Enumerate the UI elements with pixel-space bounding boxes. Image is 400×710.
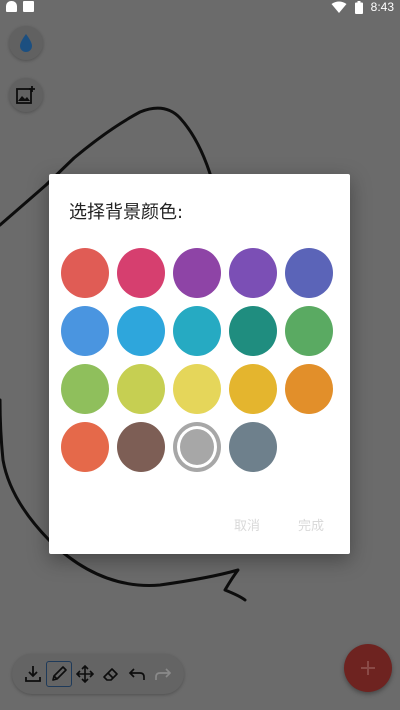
color-swatch[interactable] <box>61 364 109 414</box>
color-swatch[interactable] <box>117 248 165 298</box>
add-image-icon <box>16 86 35 104</box>
color-swatch[interactable] <box>285 248 333 298</box>
color-swatch[interactable] <box>117 306 165 356</box>
color-swatch[interactable] <box>229 364 277 414</box>
color-swatch[interactable] <box>285 364 333 414</box>
redo-icon <box>155 668 172 680</box>
color-swatch[interactable] <box>229 422 277 472</box>
redo-button[interactable] <box>150 661 176 687</box>
color-swatch[interactable] <box>117 422 165 472</box>
add-image-button[interactable] <box>9 78 43 112</box>
move-icon <box>76 665 94 683</box>
add-fab-button[interactable] <box>344 644 392 692</box>
pencil-icon <box>52 666 67 681</box>
color-swatch[interactable] <box>173 306 221 356</box>
undo-button[interactable] <box>124 661 150 687</box>
color-swatch[interactable] <box>229 306 277 356</box>
ink-color-button[interactable] <box>9 26 43 60</box>
plus-icon <box>361 661 375 675</box>
pencil-tool-button[interactable] <box>46 661 72 687</box>
dialog-title: 选择背景颜色: <box>69 202 184 223</box>
color-swatch[interactable] <box>61 422 109 472</box>
drawing-toolbar <box>12 654 184 694</box>
color-swatch[interactable] <box>229 248 277 298</box>
save-button[interactable] <box>20 661 46 687</box>
color-swatch[interactable] <box>173 248 221 298</box>
color-swatch[interactable] <box>117 364 165 414</box>
color-swatch[interactable] <box>61 306 109 356</box>
color-swatch[interactable] <box>61 248 109 298</box>
color-swatch[interactable] <box>173 422 221 472</box>
cancel-button[interactable]: 取消 <box>234 515 260 534</box>
eraser-icon <box>103 668 118 681</box>
color-swatch[interactable] <box>173 364 221 414</box>
eraser-tool-button[interactable] <box>98 661 124 687</box>
move-tool-button[interactable] <box>72 661 98 687</box>
background-color-dialog: 选择背景颜色: 取消 完成 <box>49 174 350 554</box>
dialog-actions: 取消 完成 <box>234 515 324 534</box>
save-download-icon <box>25 666 41 682</box>
done-button[interactable]: 完成 <box>298 515 324 534</box>
color-swatch[interactable] <box>285 306 333 356</box>
undo-icon <box>128 668 145 680</box>
ink-drop-icon <box>20 34 32 52</box>
color-swatch-grid <box>61 248 341 488</box>
